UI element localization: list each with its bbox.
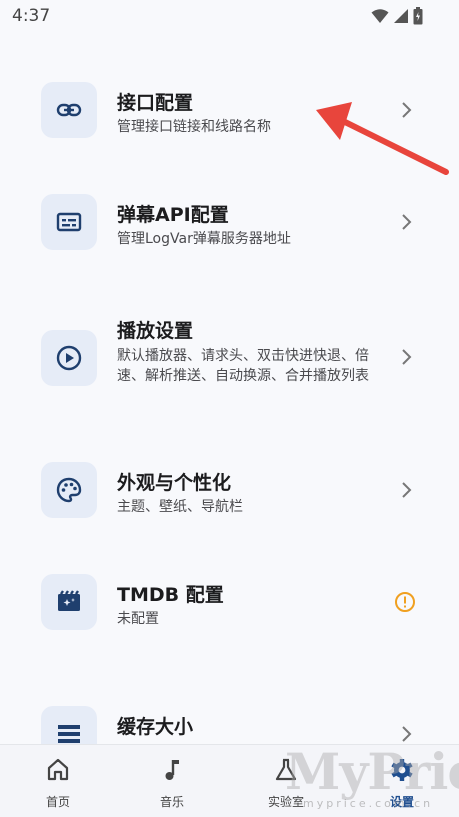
status-icons bbox=[371, 7, 423, 25]
chevron-right-icon bbox=[402, 214, 412, 230]
nav-label: 首页 bbox=[45, 795, 70, 809]
settings-item-api[interactable]: 接口配置 管理接口链接和线路名称 bbox=[0, 80, 459, 140]
link-icon bbox=[41, 82, 97, 138]
movie-clapper-icon bbox=[41, 574, 97, 630]
settings-item-danmaku-api[interactable]: 弹幕API配置 管理LogVar弹幕服务器地址 bbox=[0, 192, 459, 252]
music-note-icon bbox=[165, 760, 179, 780]
palette-icon bbox=[41, 462, 97, 518]
nav-lab[interactable]: 实验室 bbox=[246, 745, 326, 817]
flask-icon bbox=[275, 758, 297, 781]
play-circle-icon bbox=[41, 330, 97, 386]
nav-music[interactable]: 音乐 bbox=[132, 745, 212, 817]
warning-circle-icon bbox=[395, 592, 415, 612]
chevron-right-icon bbox=[402, 482, 412, 498]
bottom-navigation: 首页 音乐 实验室 设置 bbox=[0, 744, 459, 817]
settings-item-title: 接口配置 bbox=[117, 92, 194, 114]
settings-item-appearance[interactable]: 外观与个性化 主题、壁纸、导航栏 bbox=[0, 460, 459, 520]
settings-item-title: 缓存大小 bbox=[117, 716, 194, 738]
home-icon bbox=[47, 758, 69, 781]
chevron-right-icon bbox=[402, 102, 412, 118]
nav-settings[interactable]: 设置 bbox=[362, 745, 442, 817]
nav-label: 实验室 bbox=[267, 795, 304, 809]
subtitles-icon bbox=[41, 194, 97, 250]
settings-item-subtitle: 主题、壁纸、导航栏 bbox=[117, 499, 243, 515]
signal-icon bbox=[394, 9, 408, 23]
battery-icon bbox=[413, 7, 423, 25]
wifi-icon bbox=[371, 9, 389, 23]
chevron-right-icon bbox=[402, 726, 412, 742]
settings-item-subtitle: 管理接口链接和线路名称 bbox=[117, 119, 271, 135]
settings-item-subtitle: 未配置 bbox=[117, 611, 159, 627]
chevron-right-icon bbox=[402, 349, 412, 365]
settings-item-title: 播放设置 bbox=[117, 320, 194, 342]
nav-label: 设置 bbox=[389, 795, 414, 809]
settings-item-title: TMDB 配置 bbox=[117, 584, 224, 606]
settings-item-title: 外观与个性化 bbox=[117, 472, 232, 494]
settings-item-subtitle: 管理LogVar弹幕服务器地址 bbox=[117, 231, 291, 247]
settings-item-subtitle: 默认播放器、请求头、双击快进快退、倍速、解析推送、自动换源、合并播放列表 bbox=[117, 348, 369, 384]
settings-item-playback[interactable]: 播放设置 默认播放器、请求头、双击快进快退、倍速、解析推送、自动换源、合并播放列… bbox=[0, 310, 459, 410]
gear-icon bbox=[391, 759, 413, 781]
status-bar: 4:37 bbox=[0, 0, 459, 34]
settings-item-title: 弹幕API配置 bbox=[117, 204, 229, 226]
settings-item-tmdb[interactable]: TMDB 配置 未配置 bbox=[0, 572, 459, 632]
status-time: 4:37 bbox=[12, 6, 51, 26]
nav-label: 音乐 bbox=[159, 795, 184, 809]
nav-home[interactable]: 首页 bbox=[18, 745, 98, 817]
